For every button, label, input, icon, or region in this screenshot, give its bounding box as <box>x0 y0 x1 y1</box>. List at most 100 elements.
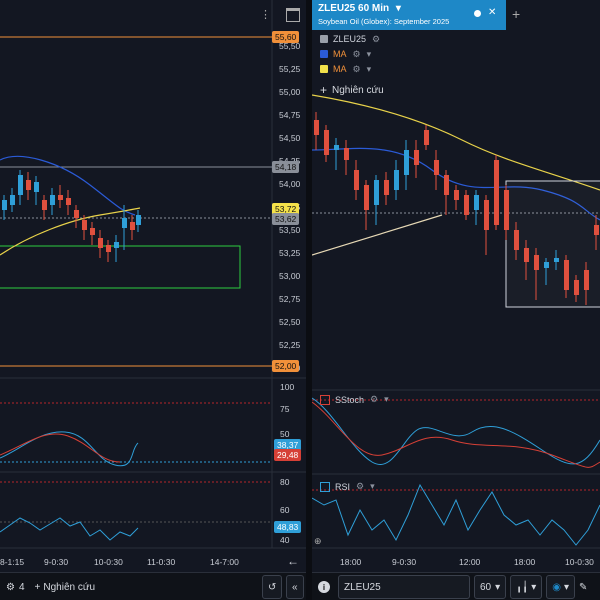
candle-body <box>514 230 519 250</box>
price-axis-label: 52,75 <box>279 294 301 304</box>
indicator-count[interactable]: 4 <box>19 576 25 598</box>
stoch-legend[interactable]: SStoch ⚙ ▾ <box>320 394 389 405</box>
candle-body <box>434 160 439 175</box>
price-axis-label: 52,50 <box>279 317 301 327</box>
chevron-down-icon[interactable]: ▾ <box>367 64 372 75</box>
gear-icon[interactable]: ⚙ <box>370 394 378 405</box>
candle-body <box>424 130 429 145</box>
left-candles <box>2 170 141 262</box>
candle-body <box>404 150 409 175</box>
candle-body <box>50 195 55 205</box>
add-research-button[interactable]: + Nghiên cứu <box>35 576 96 598</box>
left-chart-pane[interactable]: 55,5055,2555,0054,7554,5054,2554,0053,75… <box>0 0 306 600</box>
rsi-legend[interactable]: RSI ⚙ ▾ <box>320 481 375 492</box>
rsi-tag: 48,83 <box>274 521 302 533</box>
candle-body <box>106 245 111 252</box>
candle-body <box>334 145 339 150</box>
chart-tab[interactable]: ZLEU25 60 Min ▾ Soybean Oil (Globex): Se… <box>312 0 506 30</box>
time-label: 11-0:30 <box>147 557 176 567</box>
time-label: 14-7:00 <box>210 557 239 567</box>
legend-ma-blue[interactable]: MA ⚙ ▾ <box>320 47 371 61</box>
add-tab-icon[interactable]: + <box>512 6 520 22</box>
stoch-axis-50: 50 <box>280 429 290 439</box>
interval-select[interactable]: 60 ▾ <box>474 575 507 599</box>
candle-body <box>534 255 539 270</box>
price-axis-label: 55,25 <box>279 64 301 74</box>
trend-line <box>312 214 443 256</box>
candle-body <box>354 170 359 190</box>
price-axis-label: 53,25 <box>279 248 301 258</box>
chevron-down-icon[interactable]: ▾ <box>367 49 372 60</box>
chevron-down-icon[interactable]: ▾ <box>384 394 389 405</box>
candle-body <box>114 242 119 248</box>
candle-body <box>2 200 7 210</box>
arrow-left-icon[interactable]: ← <box>287 554 299 568</box>
candle-body <box>484 200 489 230</box>
left-chart-canvas[interactable] <box>0 0 306 600</box>
chart-type-select[interactable]: ╻╽ ▾ <box>510 575 543 599</box>
gear-icon[interactable]: ⚙ <box>353 64 361 75</box>
price-axis-label: 52,25 <box>279 340 301 350</box>
caret-down-icon: ▾ <box>563 581 569 593</box>
time-label: 18:00 <box>514 557 536 567</box>
candle-body <box>82 220 87 230</box>
caret-down-icon: ▾ <box>395 3 401 14</box>
legend-swatch <box>320 50 328 58</box>
maximize-icon[interactable] <box>286 8 300 22</box>
close-tab-icon[interactable]: ✕ <box>488 7 496 18</box>
more-vertical-icon[interactable]: ⋮ <box>260 8 271 21</box>
legend-ma-yellow[interactable]: MA ⚙ ▾ <box>320 62 371 76</box>
candle-body <box>98 238 103 248</box>
candle-body <box>574 280 579 295</box>
move-icon[interactable]: ⊕ <box>314 536 322 547</box>
stoch-swatch <box>320 394 330 405</box>
time-label: 9-0:30 <box>44 557 69 567</box>
candle-body <box>34 182 39 192</box>
legend-swatch <box>320 35 328 43</box>
left-toolbar: ⚙ 4 + Nghiên cứu ↺ « <box>0 572 306 600</box>
price-axis-label: 53,00 <box>279 271 301 281</box>
candle-body <box>74 210 79 218</box>
plus-icon: + <box>34 581 41 593</box>
time-label: 10-0:30 <box>94 557 123 567</box>
candle-body <box>314 120 319 135</box>
candle-body <box>136 215 141 225</box>
candle-body <box>58 195 63 200</box>
gear-icon[interactable]: ⚙ <box>372 34 380 45</box>
stoch-d-line <box>312 401 600 468</box>
settings-icon[interactable]: ⚙ <box>6 576 15 598</box>
collapse-button[interactable]: « <box>286 575 304 599</box>
visibility-select[interactable]: ◉ ▾ <box>546 575 575 599</box>
gear-icon[interactable]: ⚙ <box>356 481 364 492</box>
candle-body <box>414 150 419 165</box>
caret-down-icon: ▾ <box>531 581 537 593</box>
gear-icon[interactable]: ⚙ <box>353 49 361 60</box>
price-axis-label: 55,00 <box>279 87 301 97</box>
candle-body <box>454 190 459 200</box>
legend-symbol[interactable]: ZLEU25 ⚙ <box>320 32 380 46</box>
candle-body <box>504 190 509 230</box>
candle-body <box>90 228 95 235</box>
rsi-axis-80: 80 <box>280 477 290 487</box>
symbol-input[interactable]: ZLEU25 <box>338 575 470 599</box>
undo-button[interactable]: ↺ <box>262 575 283 599</box>
add-research-link[interactable]: + Nghiên cứu <box>320 83 384 97</box>
drawing-tool-icon[interactable]: ✎ <box>579 576 587 598</box>
candle-body <box>10 195 15 205</box>
price-axis-label: 54,75 <box>279 110 301 120</box>
price-tag-high: 55,60 <box>272 31 300 43</box>
chevron-down-icon[interactable]: ▾ <box>370 481 375 492</box>
tab-symbol[interactable]: ZLEU25 60 Min ▾ <box>318 3 401 14</box>
research-label: Nghiên cứu <box>332 84 384 96</box>
rsi-label: RSI <box>335 481 351 492</box>
right-chart-pane[interactable]: ZLEU25 60 Min ▾ Soybean Oil (Globex): Se… <box>312 0 600 600</box>
info-icon[interactable]: i <box>318 581 330 593</box>
candle-body <box>66 198 71 205</box>
legend-swatch <box>320 65 328 73</box>
live-dot-icon <box>474 10 481 17</box>
candle-body <box>564 260 569 290</box>
price-tag-low: 52,00 <box>272 360 300 372</box>
time-label: 10-0:30 <box>565 557 594 567</box>
candle-body <box>474 195 479 210</box>
eye-off-icon: ◉ <box>552 581 561 593</box>
